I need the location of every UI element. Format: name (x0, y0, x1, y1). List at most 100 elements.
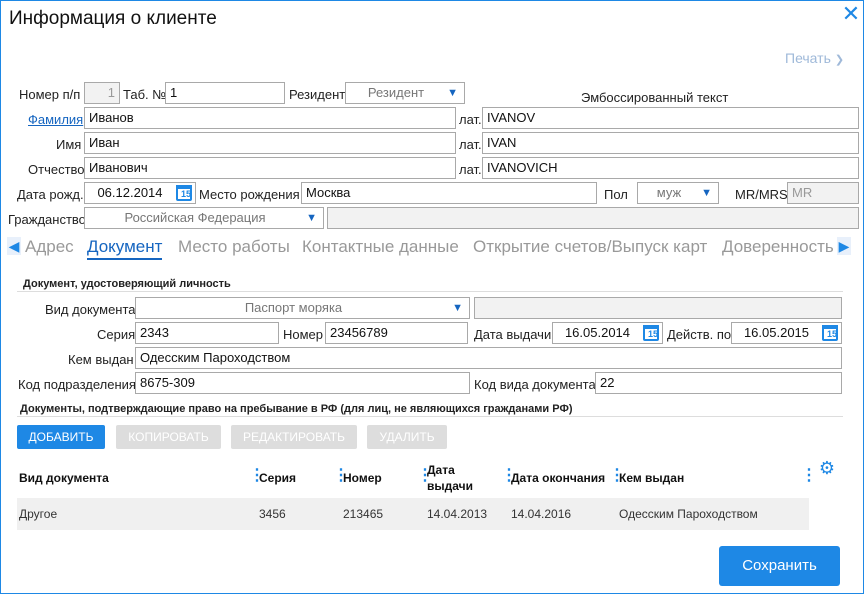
chevron-down-icon: ▼ (452, 302, 463, 314)
delete-button[interactable]: Удалить (367, 425, 447, 449)
doc-type-value: Паспорт моряка (244, 300, 343, 315)
gender-value: муж (656, 185, 682, 200)
edit-button[interactable]: Редактировать (231, 425, 357, 449)
dept-code-field[interactable]: 8675-309 (135, 372, 470, 394)
cell-issued-by: Одесским Пароходством (619, 507, 758, 521)
print-label: Печать (785, 50, 831, 66)
add-button[interactable]: Добавить (17, 425, 105, 449)
cell-series: 3456 (259, 507, 286, 521)
patronymic-field[interactable]: Иванович (84, 157, 456, 179)
surname-link[interactable]: Фамилия (28, 112, 83, 127)
tab-number-field[interactable]: 1 (165, 82, 285, 104)
tab-address[interactable]: Адрес (25, 237, 74, 257)
tab-scroll-right-icon[interactable]: ▶ (837, 237, 851, 255)
doc-type-code-label: Код вида документа (474, 377, 596, 392)
doc-type-extra-field (474, 297, 842, 319)
document-section-title: Документ, удостоверяющий личность (23, 278, 231, 290)
citizenship-select[interactable]: Российская Федерация ▼ (84, 207, 324, 229)
col-series[interactable]: Серия (259, 470, 296, 486)
surname-field[interactable]: Иванов (84, 107, 456, 129)
name-lat-field[interactable]: IVAN (482, 132, 859, 154)
client-info-dialog: Информация о клиенте ✕ Печать ❯ Номер п/п… (0, 0, 864, 594)
name-field[interactable]: Иван (84, 132, 456, 154)
column-resize-handle[interactable] (333, 468, 349, 485)
col-number[interactable]: Номер (343, 470, 382, 486)
calendar-icon[interactable]: 15 (176, 185, 192, 201)
dialog-title: Информация о клиенте (9, 8, 217, 29)
doc-type-label: Вид документа (45, 302, 136, 317)
resident-select[interactable]: Резидент ▼ (345, 82, 465, 104)
column-resize-handle[interactable] (249, 468, 265, 485)
gear-icon[interactable]: ⚙ (817, 458, 837, 478)
number-field[interactable]: 23456789 (325, 322, 468, 344)
mrmrs-label: MR/MRS (735, 187, 788, 202)
surname-lat-field[interactable]: IVANOV (482, 107, 859, 129)
col-end-date[interactable]: Дата окончания (511, 470, 605, 486)
column-resize-handle[interactable] (609, 468, 625, 485)
num-label: Номер п/п (19, 87, 81, 102)
divider (17, 416, 843, 417)
number-label: Номер (283, 327, 324, 342)
tab-document[interactable]: Документ (87, 237, 163, 260)
residence-section-title: Документы, подтверждающие право на пребы… (20, 403, 573, 415)
citizenship-label: Гражданство (8, 212, 86, 227)
resident-label: Резидент (289, 87, 346, 102)
citizenship-value: Российская Федерация (124, 210, 266, 225)
issue-date-field[interactable]: 16.05.2014 15 (552, 322, 663, 344)
doc-type-select[interactable]: Паспорт моряка ▼ (135, 297, 470, 319)
series-label: Серия (97, 327, 136, 342)
print-menu[interactable]: Печать ❯ (785, 50, 844, 66)
resident-value: Резидент (367, 85, 425, 100)
close-icon[interactable]: ✕ (839, 3, 863, 27)
dept-code-label: Код подразделения (18, 377, 136, 392)
birthdate-label: Дата рожд. (17, 187, 84, 202)
column-resize-handle[interactable] (501, 468, 517, 485)
chevron-down-icon: ▼ (306, 212, 317, 224)
tab-contacts[interactable]: Контактные данные (302, 237, 459, 257)
surname-lat-label: лат. (459, 112, 482, 127)
calendar-icon[interactable]: 15 (822, 325, 838, 341)
column-resize-handle[interactable] (417, 468, 433, 485)
birthplace-label: Место рождения (199, 187, 300, 202)
series-field[interactable]: 2343 (135, 322, 279, 344)
tab-workplace[interactable]: Место работы (178, 237, 290, 257)
chevron-down-icon: ▼ (447, 87, 458, 99)
save-button[interactable]: Сохранить (719, 546, 840, 586)
chevron-down-icon: ▼ (701, 187, 712, 199)
chevron-down-icon: ❯ (834, 54, 845, 66)
gender-label: Пол (604, 187, 628, 202)
issued-by-field[interactable]: Одесским Пароходством (135, 347, 842, 369)
cell-number: 213465 (343, 507, 384, 521)
tab-number-label: Таб. № (123, 87, 167, 102)
tab-scroll-left-icon[interactable]: ◀ (7, 237, 21, 255)
tab-bar: ◀ Адрес Документ Место работы Контактные… (1, 233, 864, 261)
patronymic-label: Отчество (28, 162, 85, 177)
num-field: 1 (84, 82, 120, 104)
birthdate-value: 06.12.2014 (97, 185, 163, 200)
emboss-label: Эмбоссированный текст (581, 90, 729, 105)
column-resize-handle[interactable] (801, 468, 817, 485)
patronymic-lat-label: лат. (459, 162, 482, 177)
valid-until-field[interactable]: 16.05.2015 15 (731, 322, 842, 344)
copy-button[interactable]: Копировать (116, 425, 221, 449)
issue-date-label: Дата выдачи (474, 327, 552, 342)
doc-type-code-field[interactable]: 22 (595, 372, 842, 394)
col-doc-type[interactable]: Вид документа (19, 470, 109, 486)
issued-by-label: Кем выдан (68, 352, 134, 367)
valid-until-value: 16.05.2015 (743, 325, 810, 340)
cell-end-date: 14.04.2016 (511, 507, 572, 521)
calendar-icon[interactable]: 15 (643, 325, 659, 341)
mrmrs-field: MR (787, 182, 859, 204)
cell-doc-type: Другое (19, 507, 58, 521)
tab-accounts-cards[interactable]: Открытие счетов/Выпуск карт (473, 237, 707, 257)
tab-power-of-attorney[interactable]: Доверенность (722, 237, 834, 257)
cell-issue-date: 14.04.2013 (427, 507, 488, 521)
patronymic-lat-field[interactable]: IVANOVICH (482, 157, 859, 179)
gender-select[interactable]: муж ▼ (637, 182, 719, 204)
col-issued-by[interactable]: Кем выдан (619, 470, 684, 486)
birthplace-field[interactable]: Москва (301, 182, 597, 204)
name-lat-label: лат. (459, 137, 482, 152)
divider (17, 291, 843, 292)
birthdate-field[interactable]: 06.12.2014 15 (84, 182, 196, 204)
col-issue-date[interactable]: Дата выдачи (427, 462, 487, 494)
